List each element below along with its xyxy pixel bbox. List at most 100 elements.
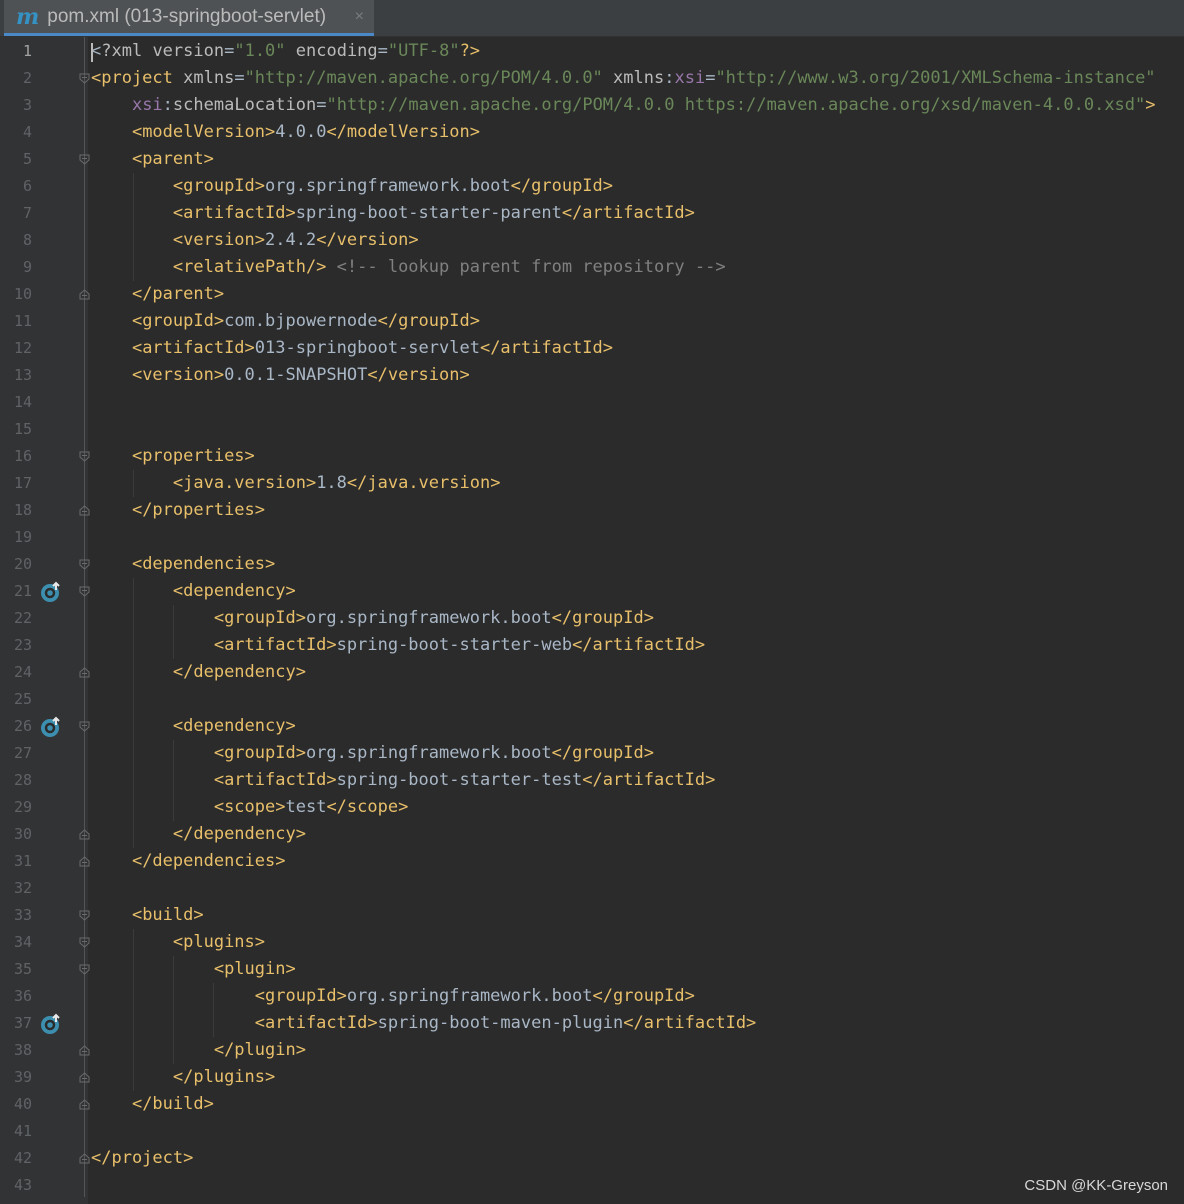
code-line[interactable]: 23 <artifactId>spring-boot-starter-web</… xyxy=(0,632,1184,659)
code-line[interactable]: 42 </project> xyxy=(0,1145,1184,1172)
code-line[interactable]: 19 xyxy=(0,524,1184,551)
code-line[interactable]: 1 <?xml version="1.0" encoding="UTF-8"?> xyxy=(0,38,1184,65)
code-line[interactable]: 16 <properties> xyxy=(0,443,1184,470)
code-line[interactable]: 11 <groupId>com.bjpowernode</groupId> xyxy=(0,308,1184,335)
tab-pom-xml[interactable]: m pom.xml (013-springboot-servlet) × xyxy=(4,0,374,36)
fold-marker-icon[interactable] xyxy=(79,856,90,867)
code-line[interactable]: 15 xyxy=(0,416,1184,443)
code-line[interactable]: 28 <artifactId>spring-boot-starter-test<… xyxy=(0,767,1184,794)
code-line[interactable]: 4 <modelVersion>4.0.0</modelVersion> xyxy=(0,119,1184,146)
code-text: </dependency> xyxy=(91,821,306,848)
code-editor[interactable]: 1 <?xml version="1.0" encoding="UTF-8"?> 2… xyxy=(0,37,1184,1204)
code-line[interactable]: 9 <relativePath/> <!-- lookup parent fro… xyxy=(0,254,1184,281)
maven-dependency-gutter-icon[interactable] xyxy=(40,1013,62,1035)
tab-title: pom.xml (013-springboot-servlet) xyxy=(47,5,327,27)
code-line[interactable]: 27 <groupId>org.springframework.boot</gr… xyxy=(0,740,1184,767)
code-token: <plugins> xyxy=(172,932,266,952)
fold-marker-icon[interactable] xyxy=(79,154,90,165)
code-token: spring-boot-starter-web xyxy=(336,635,573,655)
code-text: <dependency> xyxy=(91,713,296,740)
code-line[interactable]: 22 <groupId>org.springframework.boot</gr… xyxy=(0,605,1184,632)
code-line[interactable]: 2 <project xmlns="http://maven.apache.org… xyxy=(0,65,1184,92)
code-line[interactable]: 34 <plugins> xyxy=(0,929,1184,956)
code-line[interactable]: 26 <dependency> xyxy=(0,713,1184,740)
maven-dependency-gutter-icon[interactable] xyxy=(40,716,62,738)
code-line[interactable]: 35 <plugin> xyxy=(0,956,1184,983)
line-number: 32 xyxy=(13,879,32,897)
code-text: <artifactId>spring-boot-starter-test</ar… xyxy=(91,767,716,794)
code-line[interactable]: 10 </parent> xyxy=(0,281,1184,308)
code-line[interactable]: 29 <scope>test</scope> xyxy=(0,794,1184,821)
fold-marker-icon[interactable] xyxy=(79,937,90,948)
code-token: xsi xyxy=(131,95,163,115)
code-line[interactable]: 43 xyxy=(0,1172,1184,1199)
code-line[interactable]: 13 <version>0.0.1-SNAPSHOT</version> xyxy=(0,362,1184,389)
maven-dependency-gutter-icon[interactable] xyxy=(40,581,62,603)
code-line[interactable]: 39 </plugins> xyxy=(0,1064,1184,1091)
code-line[interactable]: 5 <parent> xyxy=(0,146,1184,173)
fold-marker-icon[interactable] xyxy=(79,559,90,570)
fold-marker-icon[interactable] xyxy=(79,586,90,597)
code-token: </plugins> xyxy=(172,1067,276,1087)
code-line[interactable]: 30 </dependency> xyxy=(0,821,1184,848)
code-line[interactable]: 7 <artifactId>spring-boot-starter-parent… xyxy=(0,200,1184,227)
line-number: 16 xyxy=(13,447,32,465)
code-token: </artifactId> xyxy=(623,1013,757,1033)
code-line[interactable]: 31 </dependencies> xyxy=(0,848,1184,875)
code-line[interactable]: 18 </properties> xyxy=(0,497,1184,524)
code-line[interactable]: 6 <groupId>org.springframework.boot</gro… xyxy=(0,173,1184,200)
code-token: <properties> xyxy=(131,446,255,466)
code-token: "http://www.w3.org/2001/XMLSchema-instan… xyxy=(715,68,1156,88)
line-number: 11 xyxy=(13,312,32,330)
fold-marker-icon[interactable] xyxy=(79,1099,90,1110)
code-line[interactable]: 32 xyxy=(0,875,1184,902)
code-line[interactable]: 36 <groupId>org.springframework.boot</gr… xyxy=(0,983,1184,1010)
code-text: <groupId>org.springframework.boot</group… xyxy=(91,173,613,200)
code-line[interactable]: 40 </build> xyxy=(0,1091,1184,1118)
code-token: <java.version> xyxy=(172,473,317,493)
code-line[interactable]: 12 <artifactId>013-springboot-servlet</a… xyxy=(0,335,1184,362)
code-line[interactable]: 38 </plugin> xyxy=(0,1037,1184,1064)
fold-marker-icon[interactable] xyxy=(79,721,90,732)
line-number: 34 xyxy=(13,933,32,951)
code-line[interactable]: 21 <dependency> xyxy=(0,578,1184,605)
fold-marker-icon[interactable] xyxy=(79,829,90,840)
code-line[interactable]: 14 xyxy=(0,389,1184,416)
code-text: <parent> xyxy=(91,146,214,173)
close-icon[interactable]: × xyxy=(355,8,364,26)
code-line[interactable]: 33 <build> xyxy=(0,902,1184,929)
code-line[interactable]: 24 </dependency> xyxy=(0,659,1184,686)
code-line[interactable]: 17 <java.version>1.8</java.version> xyxy=(0,470,1184,497)
code-line[interactable]: 20 <dependencies> xyxy=(0,551,1184,578)
fold-marker-icon[interactable] xyxy=(79,505,90,516)
code-token: spring-boot-starter-parent xyxy=(295,203,562,223)
fold-marker-icon[interactable] xyxy=(79,964,90,975)
line-number: 7 xyxy=(22,204,32,222)
code-line[interactable]: 25 xyxy=(0,686,1184,713)
fold-marker-icon[interactable] xyxy=(79,910,90,921)
code-token: <parent> xyxy=(131,149,214,169)
code-line[interactable]: 41 xyxy=(0,1118,1184,1145)
code-token: 013-springboot-servlet xyxy=(254,338,480,358)
line-number: 1 xyxy=(22,42,32,60)
code-text: </plugin> xyxy=(91,1037,306,1064)
code-token: version xyxy=(152,41,225,61)
code-line[interactable]: 37 <artifactId>spring-boot-maven-plugin<… xyxy=(0,1010,1184,1037)
fold-marker-icon[interactable] xyxy=(79,1153,90,1164)
code-line[interactable]: 8 <version>2.4.2</version> xyxy=(0,227,1184,254)
code-line[interactable]: 3 xsi:schemaLocation="http://maven.apach… xyxy=(0,92,1184,119)
fold-marker-icon[interactable] xyxy=(79,1072,90,1083)
fold-marker-icon[interactable] xyxy=(79,1045,90,1056)
line-number: 15 xyxy=(13,420,32,438)
code-token: </parent> xyxy=(131,284,225,304)
code-token: <modelVersion> xyxy=(131,122,276,142)
fold-marker-icon[interactable] xyxy=(79,451,90,462)
fold-marker-icon[interactable] xyxy=(79,289,90,300)
fold-marker-icon[interactable] xyxy=(79,667,90,678)
fold-marker-icon[interactable] xyxy=(79,73,90,84)
